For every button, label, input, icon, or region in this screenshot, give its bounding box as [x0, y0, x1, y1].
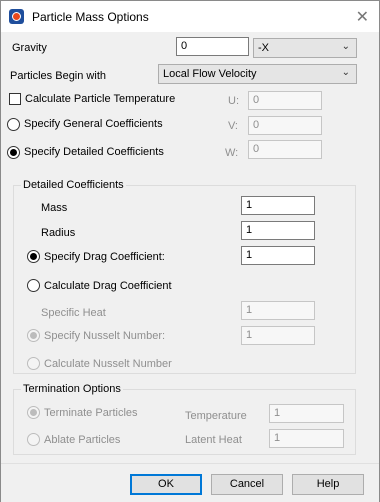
- w-label: W:: [225, 147, 239, 159]
- detailed-coeffs-label: Specify Detailed Coefficients: [24, 146, 164, 158]
- close-icon[interactable]: ✕: [356, 7, 369, 26]
- v-label: V:: [228, 120, 238, 132]
- latent-heat-label: Latent Heat: [185, 434, 242, 446]
- specific-heat-input[interactable]: 1: [241, 301, 315, 320]
- latent-heat-input[interactable]: 1: [269, 429, 344, 448]
- specify-drag-label: Specify Drag Coefficient:: [44, 251, 165, 263]
- w-input[interactable]: 0: [248, 140, 322, 159]
- calc-nusselt-label: Calculate Nusselt Number: [44, 358, 172, 370]
- particles-begin-label: Particles Begin with: [10, 70, 106, 82]
- specify-nusselt-input[interactable]: 1: [241, 326, 315, 345]
- specific-heat-label: Specific Heat: [41, 307, 106, 319]
- mass-input[interactable]: 1: [241, 196, 315, 215]
- u-label: U:: [228, 95, 239, 107]
- mass-label: Mass: [41, 202, 68, 214]
- general-coeffs-label: Specify General Coefficients: [24, 118, 163, 130]
- gravity-direction-select[interactable]: -X ⌄: [253, 38, 357, 58]
- cancel-button[interactable]: Cancel: [211, 474, 283, 495]
- ok-button[interactable]: OK: [130, 474, 202, 495]
- ablate-particles-radio[interactable]: [27, 433, 40, 446]
- gravity-direction-value: -X: [258, 42, 269, 54]
- specify-drag-input[interactable]: 1: [241, 246, 315, 265]
- radius-input[interactable]: 1: [241, 221, 315, 240]
- specify-drag-radio[interactable]: [27, 250, 40, 263]
- help-button[interactable]: Help: [292, 474, 364, 495]
- calc-drag-radio[interactable]: [27, 279, 40, 292]
- v-input[interactable]: 0: [248, 116, 322, 135]
- chevron-down-icon: ⌄: [341, 67, 350, 78]
- u-input[interactable]: 0: [248, 91, 322, 110]
- chevron-down-icon: ⌄: [341, 41, 350, 52]
- specify-nusselt-radio[interactable]: [27, 329, 40, 342]
- calc-nusselt-radio[interactable]: [27, 357, 40, 370]
- temperature-label: Temperature: [185, 410, 247, 422]
- general-coeffs-radio[interactable]: [7, 118, 20, 131]
- terminate-particles-radio[interactable]: [27, 406, 40, 419]
- app-logo-icon: [9, 9, 24, 24]
- termination-options-title: Termination Options: [21, 383, 123, 395]
- title-bar: Particle Mass Options ✕: [1, 1, 379, 32]
- detailed-coeffs-radio[interactable]: [7, 146, 20, 159]
- radius-label: Radius: [41, 227, 76, 239]
- ablate-particles-label: Ablate Particles: [44, 434, 121, 446]
- calc-temp-label: Calculate Particle Temperature: [25, 93, 176, 105]
- particles-begin-select[interactable]: Local Flow Velocity ⌄: [158, 64, 357, 84]
- temperature-input[interactable]: 1: [269, 404, 344, 423]
- terminate-particles-label: Terminate Particles: [44, 407, 138, 419]
- particles-begin-value: Local Flow Velocity: [163, 68, 257, 80]
- gravity-value-input[interactable]: 0: [176, 37, 249, 56]
- particle-mass-options-dialog: Particle Mass Options ✕ Gravity 0 -X ⌄ P…: [0, 0, 380, 502]
- dialog-title: Particle Mass Options: [32, 10, 149, 24]
- calc-drag-label: Calculate Drag Coefficient: [44, 280, 172, 292]
- detailed-coefficients-title: Detailed Coefficients: [21, 179, 126, 191]
- calc-temp-checkbox[interactable]: [9, 93, 21, 105]
- gravity-label: Gravity: [12, 42, 47, 54]
- specify-nusselt-label: Specify Nusselt Number:: [44, 330, 166, 342]
